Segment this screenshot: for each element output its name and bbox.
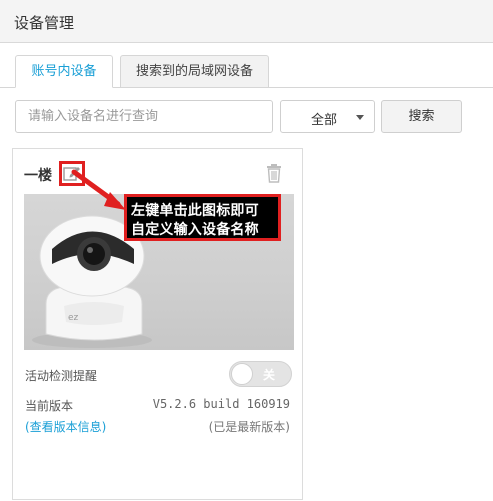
tab-bar: 账号内设备 搜索到的局域网设备 — [0, 43, 493, 88]
filter-select-value: 全部 — [311, 113, 338, 128]
tab-account-devices[interactable]: 账号内设备 — [15, 55, 113, 88]
trash-icon[interactable] — [265, 163, 283, 183]
annotation-callout: 左键单击此图标即可 自定义输入设备名称 — [124, 194, 281, 241]
window-title: 设备管理 — [14, 14, 75, 32]
title-bar: 设备管理 — [0, 0, 493, 43]
view-version-info-link[interactable]: (查看版本信息) — [25, 418, 106, 435]
version-label: 当前版本 — [25, 399, 74, 413]
motion-alert-label: 活动检测提醒 — [25, 369, 98, 383]
toggle-knob — [231, 363, 253, 385]
filter-select[interactable]: 全部 — [280, 100, 375, 133]
annotation-line-1: 左键单击此图标即可 — [131, 203, 259, 219]
search-button[interactable]: 搜索 — [381, 100, 462, 133]
tab-lan-devices[interactable]: 搜索到的局域网设备 — [120, 55, 269, 88]
version-value: V5.2.6 build 160919 — [152, 397, 290, 411]
version-status: (已是最新版本) — [208, 420, 290, 434]
annotation-line-2: 自定义输入设备名称 — [131, 222, 259, 238]
motion-alert-toggle[interactable]: 关 — [229, 361, 292, 387]
chevron-down-icon — [356, 115, 364, 120]
toggle-state-label: 关 — [263, 368, 276, 382]
annotation-arrow — [71, 169, 126, 210]
svg-text:ez: ez — [68, 313, 79, 323]
device-name: 一楼 — [24, 168, 52, 184]
device-search-input[interactable] — [15, 100, 273, 133]
